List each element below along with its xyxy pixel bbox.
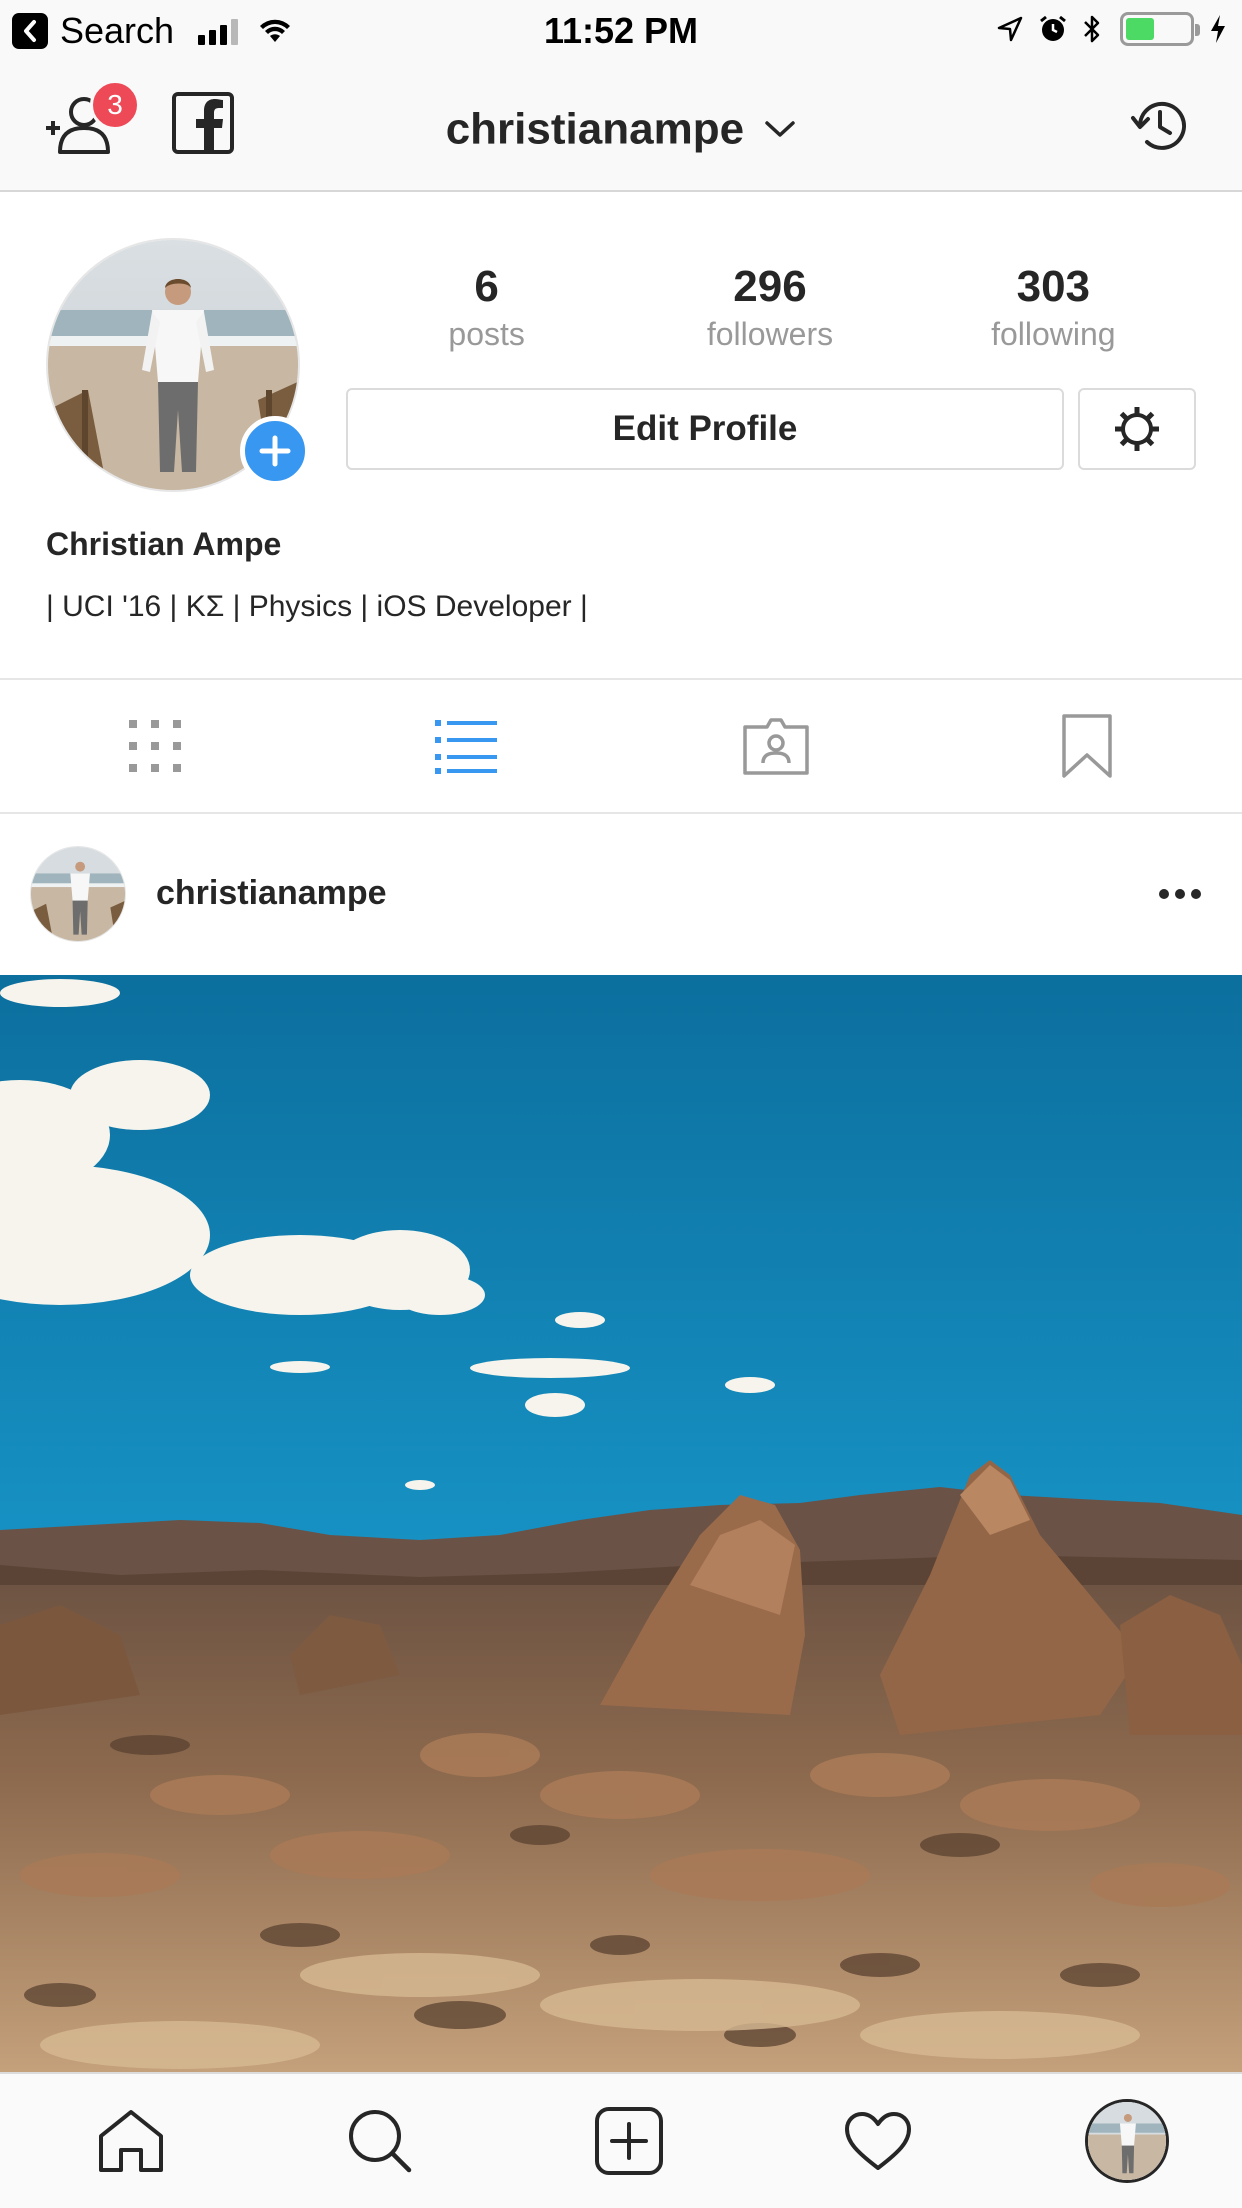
status-bar: Search 11:52 PM [0,0,1242,62]
settings-button[interactable] [1078,388,1196,470]
plus-icon [259,435,291,467]
bluetooth-icon [1084,15,1100,43]
stat-followers[interactable]: 296 followers [628,260,911,354]
history-icon[interactable] [1130,96,1190,156]
following-label: following [991,316,1116,352]
post-username[interactable]: christianampe [156,874,387,913]
charging-bolt-icon [1211,15,1225,43]
tab-list[interactable] [311,680,622,812]
post-photo[interactable] [0,975,1242,2072]
full-name: Christian Ampe [46,526,282,562]
nav-profile[interactable] [1082,2096,1172,2186]
nav-new-post[interactable] [584,2096,674,2186]
bottom-tab-bar [0,2072,1242,2208]
tagged-icon [743,718,809,775]
new-post-icon [595,2107,663,2175]
post-header: christianampe [0,814,1242,974]
location-arrow-icon [997,16,1023,42]
chevron-down-icon [765,121,796,138]
followers-count: 296 [733,262,807,311]
search-icon [349,2110,412,2173]
posts-count: 6 [474,262,499,311]
profile-picture[interactable] [46,238,310,492]
stat-following[interactable]: 303 following [912,260,1195,354]
home-icon [99,2110,163,2172]
bio: | UCI '16 | ΚΣ | Physics | iOS Developer… [46,590,588,623]
stat-posts[interactable]: 6 posts [345,260,628,354]
followers-label: followers [706,316,834,352]
tab-grid[interactable] [0,680,311,812]
profile-stats: 6 posts 296 followers 303 following [345,260,1195,354]
post-author-avatar[interactable] [30,846,126,942]
gear-icon [1115,407,1159,451]
battery-icon [1120,12,1200,46]
profile-avatar [1085,2099,1169,2183]
bookmark-icon [1062,714,1112,778]
following-count: 303 [1016,262,1091,311]
more-options-icon[interactable] [1158,888,1202,900]
profile-header: 3 christianampe [0,62,1242,192]
profile-tab-bar [0,678,1242,814]
add-story-button[interactable] [240,416,310,486]
nav-search[interactable] [335,2096,425,2186]
header-username: christianampe [445,104,745,154]
edit-profile-button[interactable]: Edit Profile [346,388,1064,470]
username-switcher[interactable]: christianampe [0,102,1242,154]
grid-icon [129,720,182,772]
tab-tagged[interactable] [621,680,932,812]
activity-heart-icon [845,2112,911,2170]
nav-activity[interactable] [833,2096,923,2186]
list-icon [434,720,497,774]
posts-label: posts [448,316,525,352]
tab-saved[interactable] [932,680,1242,812]
alarm-clock-icon [1040,15,1066,41]
nav-home[interactable] [86,2096,176,2186]
